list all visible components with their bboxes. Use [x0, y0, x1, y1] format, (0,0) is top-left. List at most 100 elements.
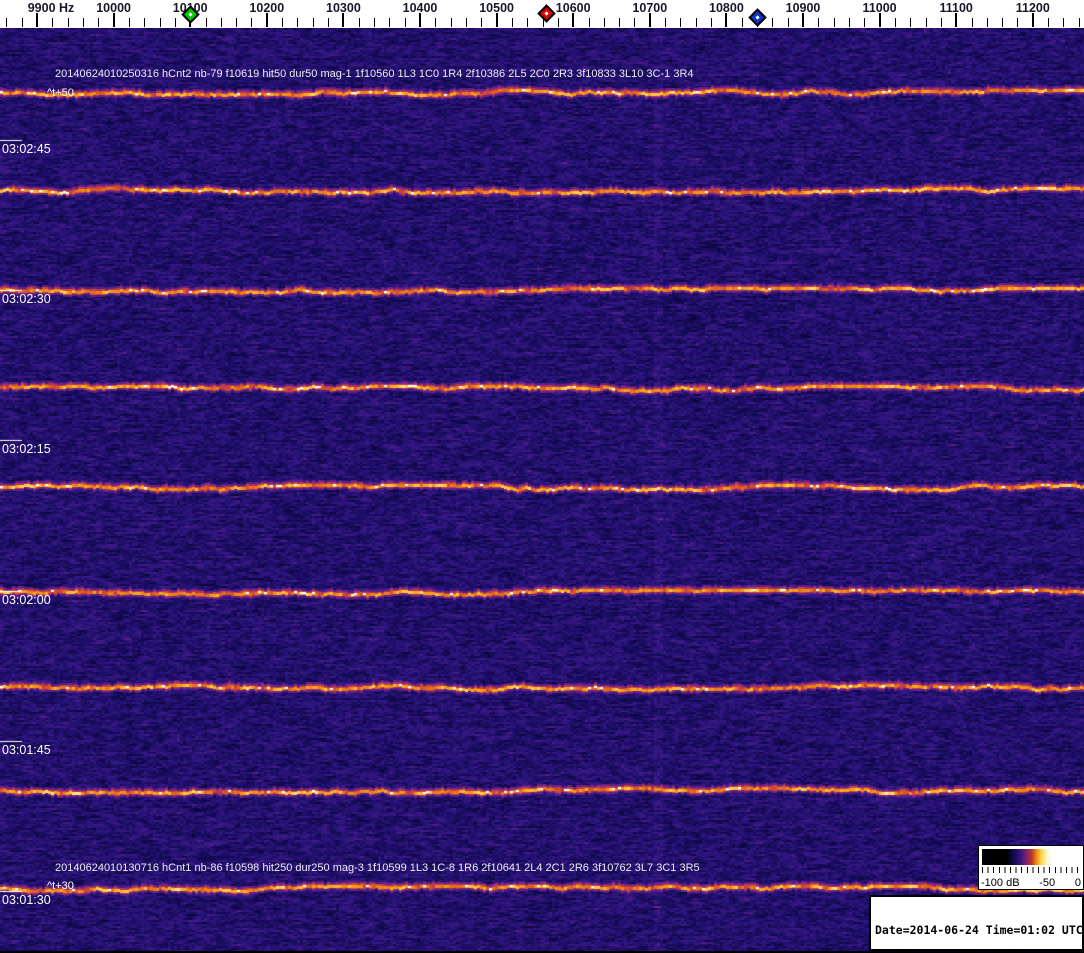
freq-minor-tick [894, 18, 896, 27]
freq-major-tick [955, 13, 958, 27]
freq-minor-tick [910, 18, 912, 27]
freq-label-10900: 10900 [785, 1, 821, 15]
freq-minor-tick [312, 18, 314, 27]
freq-minor-tick [1078, 18, 1080, 27]
freq-minor-tick [6, 18, 8, 27]
freq-label-10300: 10300 [326, 1, 361, 15]
freq-minor-tick [1063, 18, 1065, 27]
marker-center-dot [754, 14, 760, 20]
freq-minor-tick [1002, 18, 1004, 27]
freq-minor-tick [297, 18, 299, 27]
time-label-030145: 03:01:45 [2, 743, 51, 757]
freq-major-tick [1031, 13, 1034, 27]
freq-major-tick [36, 13, 38, 27]
freq-label-10400: 10400 [402, 1, 438, 15]
freq-minor-tick [481, 18, 483, 27]
freq-minor-tick [98, 18, 100, 27]
frequency-axis: 9900 Hz100001010010200103001040010500106… [0, 0, 1084, 28]
time-tag-bottom: ^t+30 [47, 880, 74, 892]
freq-major-tick [648, 13, 651, 27]
freq-minor-tick [205, 18, 207, 27]
freq-minor-tick [787, 18, 789, 27]
colorbar-label-max: 0 [1074, 877, 1081, 889]
freq-major-tick [878, 13, 881, 27]
freq-label-10500: 10500 [479, 1, 514, 15]
freq-minor-tick [772, 18, 774, 27]
freq-minor-tick [741, 18, 743, 27]
marker-blue-diamond-icon[interactable] [747, 7, 767, 27]
freq-label-10700: 10700 [632, 1, 668, 15]
freq-major-tick [265, 13, 268, 27]
colorbar-gradient [982, 849, 1078, 865]
freq-minor-tick [67, 18, 69, 27]
detection-annotation-top: 20140624010250316 hCnt2 nb-79 f10619 hit… [55, 68, 694, 80]
spectrogram-app: 9900 Hz100001010010200103001040010500106… [0, 0, 1084, 953]
detection-annotation-bottom: 20140624010130716 hCnt1 nb-86 f10598 hit… [55, 862, 700, 874]
freq-minor-tick [389, 18, 391, 27]
freq-minor-tick [557, 18, 559, 27]
freq-label-10000: 10000 [96, 1, 131, 15]
freq-minor-tick [251, 18, 253, 27]
freq-minor-tick [818, 18, 820, 27]
time-label-030230: 03:02:30 [2, 292, 51, 306]
time-label-030245: 03:02:45 [2, 142, 51, 156]
freq-major-tick [112, 13, 115, 27]
freq-minor-tick [358, 18, 360, 27]
freq-minor-tick [404, 18, 406, 27]
freq-minor-tick [174, 18, 176, 27]
freq-minor-tick [695, 18, 697, 27]
freq-minor-tick [680, 18, 682, 27]
freq-minor-tick [619, 18, 621, 27]
freq-minor-tick [940, 18, 942, 27]
freq-label-11000: 11000 [862, 1, 897, 15]
freq-major-tick [572, 13, 575, 27]
freq-minor-tick [925, 18, 927, 27]
freq-label-11100: 11100 [939, 1, 973, 15]
freq-label-9900: 9900 Hz [27, 1, 75, 15]
freq-minor-tick [527, 18, 529, 27]
freq-minor-tick [1017, 18, 1019, 27]
freq-label-10800: 10800 [709, 1, 744, 15]
freq-minor-tick [282, 18, 284, 27]
freq-minor-tick [374, 18, 376, 27]
freq-minor-tick [665, 18, 667, 27]
freq-minor-tick [159, 18, 161, 27]
freq-minor-tick [711, 18, 713, 27]
freq-label-10600: 10600 [555, 1, 591, 15]
time-tag-top: ^t+50 [47, 87, 74, 99]
freq-minor-tick [82, 18, 84, 27]
db-color-scale: -100 dB -50 0 [978, 845, 1084, 890]
freq-minor-tick [971, 18, 973, 27]
marker-red-diamond-icon[interactable] [537, 3, 556, 23]
freq-major-tick [419, 13, 421, 27]
freq-minor-tick [220, 18, 222, 27]
freq-minor-tick [603, 18, 605, 27]
freq-minor-tick [450, 18, 452, 27]
time-label-030215: 03:02:15 [2, 442, 51, 456]
spectrogram-canvas [0, 0, 1084, 953]
freq-label-11200: 11200 [1015, 1, 1050, 15]
info-date-line: Date=2014-06-24 Time=01:02 UTC [875, 923, 1083, 937]
colorbar-ticks [982, 867, 1079, 873]
freq-major-tick [342, 13, 345, 27]
freq-minor-tick [864, 18, 866, 27]
freq-minor-tick [465, 18, 467, 27]
marker-center-dot [188, 11, 193, 17]
freq-minor-tick [1048, 18, 1050, 27]
freq-major-tick [802, 13, 804, 27]
freq-minor-tick [236, 18, 238, 27]
freq-minor-tick [128, 18, 130, 27]
time-label-030130: 03:01:30 [2, 893, 51, 907]
freq-minor-tick [848, 18, 850, 27]
freq-minor-tick [511, 18, 513, 27]
freq-minor-tick [634, 18, 636, 27]
freq-minor-tick [588, 18, 590, 27]
freq-minor-tick [144, 18, 146, 27]
colorbar-label-mid: -50 [1039, 877, 1056, 889]
freq-label-10200: 10200 [249, 1, 285, 15]
freq-minor-tick [435, 18, 437, 27]
colorbar-labels: -100 dB -50 0 [981, 877, 1081, 889]
colorbar-label-min: -100 dB [981, 877, 1020, 889]
freq-major-tick [495, 13, 498, 27]
freq-minor-tick [328, 18, 330, 27]
